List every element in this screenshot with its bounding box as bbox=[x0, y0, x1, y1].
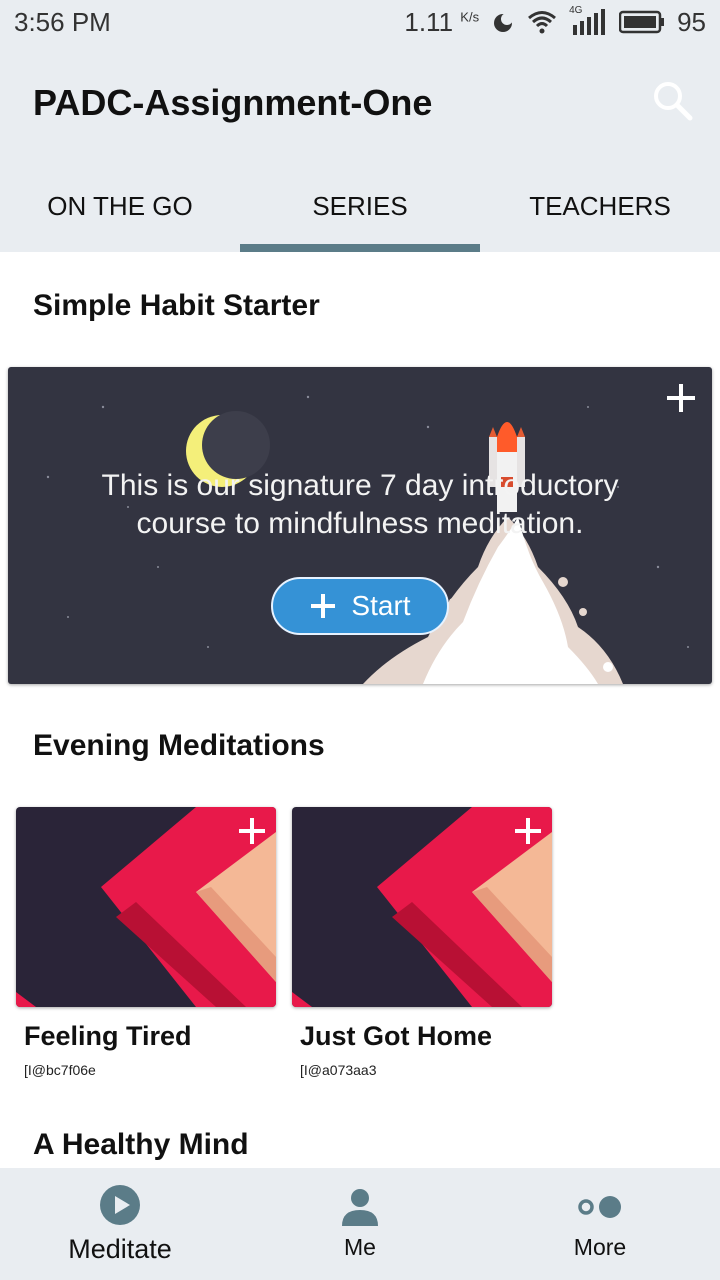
section-title-evening: Evening Meditations bbox=[33, 729, 325, 762]
card-title: Just Got Home bbox=[300, 1021, 493, 1051]
nav-label: More bbox=[573, 1234, 627, 1260]
status-time: 3:56 PM bbox=[14, 7, 111, 37]
wifi-icon bbox=[528, 11, 557, 34]
section-title-healthy: A Healthy Mind bbox=[33, 1128, 249, 1161]
status-icons: 1.11 K/s 4G 95 bbox=[404, 5, 706, 38]
nav-meditate[interactable]: Meditate bbox=[0, 1168, 240, 1280]
network-speed-value: 1.11 bbox=[404, 6, 454, 37]
tab-teachers[interactable]: TEACHERS bbox=[480, 160, 720, 252]
card-artwork bbox=[292, 807, 552, 1007]
tab-on-the-go[interactable]: ON THE GO bbox=[0, 160, 240, 252]
add-icon[interactable] bbox=[664, 381, 698, 415]
dnd-icon bbox=[494, 13, 514, 32]
card-subtitle: [I@bc7f06e bbox=[24, 1062, 96, 1078]
app-title: PADC-Assignment-One bbox=[33, 82, 433, 123]
add-icon[interactable] bbox=[236, 815, 268, 847]
tab-series[interactable]: SERIES bbox=[240, 160, 480, 252]
add-icon[interactable] bbox=[512, 815, 544, 847]
card-feeling-tired[interactable]: Feeling Tired [I@bc7f06e bbox=[16, 807, 276, 1078]
more-icon bbox=[578, 1196, 621, 1218]
nav-label: Me bbox=[344, 1234, 376, 1260]
battery-icon bbox=[619, 10, 665, 34]
section-title-starter: Simple Habit Starter bbox=[33, 289, 320, 322]
play-icon bbox=[100, 1185, 140, 1225]
signal-icon: 4G bbox=[569, 5, 607, 35]
battery-level: 95 bbox=[677, 6, 706, 37]
network-speed-unit: K/s bbox=[460, 8, 480, 24]
nav-me[interactable]: Me bbox=[240, 1168, 480, 1280]
start-label: Start bbox=[351, 590, 411, 621]
plus-icon bbox=[311, 594, 336, 618]
starter-course-card[interactable]: This is our signature 7 day introductory… bbox=[8, 367, 712, 684]
nav-label: Meditate bbox=[68, 1234, 172, 1264]
network-speed: 1.11 K/s bbox=[404, 7, 479, 38]
starter-description: This is our signature 7 day introductory… bbox=[101, 469, 619, 540]
card-title: Feeling Tired bbox=[24, 1021, 192, 1051]
card-just-got-home[interactable]: Just Got Home [I@a073aa3 bbox=[292, 807, 552, 1078]
card-artwork bbox=[16, 807, 276, 1007]
bottom-navigation: Meditate Me More bbox=[0, 1168, 720, 1280]
search-icon[interactable] bbox=[650, 78, 694, 122]
person-icon bbox=[342, 1189, 378, 1226]
status-bar: 3:56 PM 1.11 K/s 4G 95 bbox=[0, 0, 720, 44]
card-subtitle: [I@a073aa3 bbox=[300, 1062, 377, 1078]
nav-more[interactable]: More bbox=[480, 1168, 720, 1280]
start-button[interactable]: Start bbox=[271, 577, 449, 635]
tab-bar: ON THE GO SERIES TEACHERS bbox=[0, 160, 720, 252]
app-bar: PADC-Assignment-One bbox=[0, 44, 720, 160]
